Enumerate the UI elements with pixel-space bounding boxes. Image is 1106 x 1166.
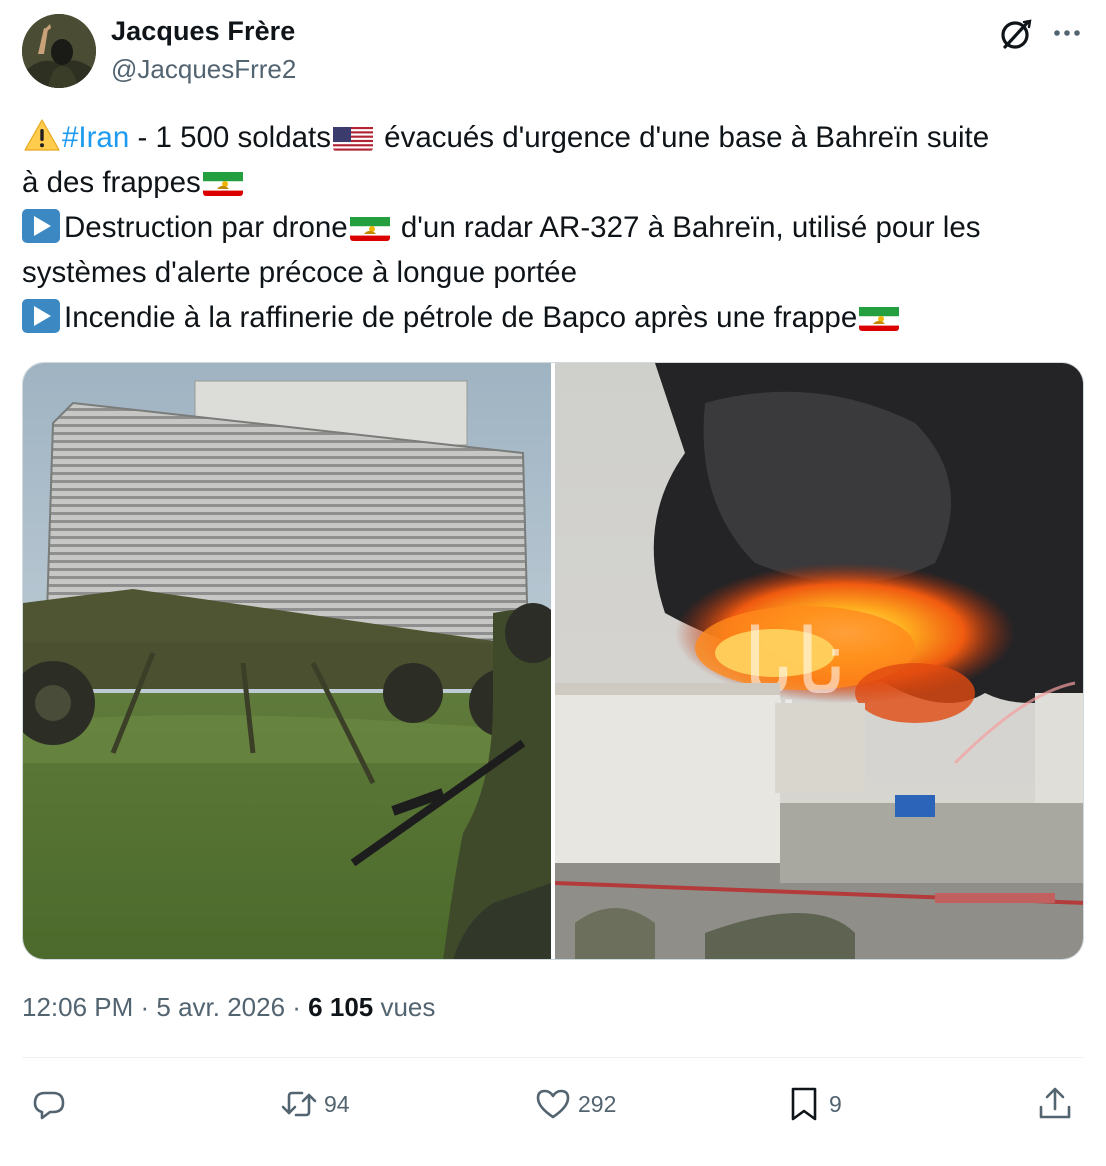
tweet-text: #Iran - 1 500 soldats évacués d'urgence … — [22, 115, 1092, 340]
retweet-button[interactable]: 94 — [280, 1084, 350, 1124]
meta-separator: · — [133, 992, 157, 1022]
avatar[interactable] — [22, 14, 96, 88]
share-button[interactable] — [1036, 1084, 1074, 1124]
iran-lion-flag-icon — [349, 213, 390, 241]
views-label: vues — [373, 992, 436, 1022]
retweet-icon — [281, 1091, 317, 1117]
like-button[interactable]: 292 — [534, 1084, 616, 1124]
tweet-text-segment: Destruction par drone — [64, 211, 348, 244]
iran-lion-flag-icon — [859, 303, 900, 331]
tweet-text-segment: d'un radar AR-327 à Bahreïn, utilisé pou… — [392, 211, 981, 244]
bookmark-button[interactable]: 9 — [785, 1084, 842, 1124]
tweet-line-3: Destruction par drone d'un radar AR-327 … — [22, 205, 1092, 250]
tweet-text-segment: systèmes d'alerte précoce à longue porté… — [22, 256, 577, 289]
media-grid: نايا — [22, 362, 1084, 960]
views-count: 6 105 — [308, 992, 374, 1022]
tweet-card: Jacques Frère @JacquesFrre2 #Iran - 1 50… — [0, 0, 1106, 1166]
retweet-count: 94 — [324, 1090, 350, 1117]
meta-separator: · — [285, 992, 309, 1022]
tweet-time[interactable]: 12:06 PM — [22, 992, 133, 1022]
hashtag-iran[interactable]: #Iran — [62, 121, 129, 154]
reply-icon — [33, 1091, 65, 1120]
more-icon[interactable] — [1050, 18, 1084, 48]
bookmark-icon — [791, 1087, 817, 1121]
warning-icon — [24, 118, 60, 165]
refinery-fire-photo[interactable]: نايا — [555, 363, 1083, 959]
radar-photo[interactable] — [23, 363, 551, 959]
share-icon — [1039, 1087, 1071, 1119]
tweet-text-segment: Incendie à la raffinerie de pétrole de B… — [64, 301, 858, 334]
tweet-date[interactable]: 5 avr. 2026 — [156, 992, 285, 1022]
display-name[interactable]: Jacques Frère — [111, 16, 295, 47]
tweet-line-4: systèmes d'alerte précoce à longue porté… — [22, 250, 1092, 295]
us-flag-icon — [332, 123, 373, 151]
iran-lion-flag-icon — [202, 168, 243, 196]
play-button-icon — [22, 299, 60, 333]
tweet-line-5: Incendie à la raffinerie de pétrole de B… — [22, 295, 1092, 340]
tweet-meta: 12:06 PM · 5 avr. 2026 · 6 105 vues — [22, 992, 435, 1023]
heart-icon — [536, 1089, 570, 1119]
reply-button[interactable] — [30, 1084, 74, 1124]
tweet-text-segment: - 1 500 soldats — [129, 121, 331, 154]
tweet-text-segment: évacués d'urgence d'une base à Bahreïn s… — [375, 121, 990, 154]
tweet-line-2: à des frappes — [22, 160, 1092, 205]
grok-icon[interactable] — [998, 16, 1034, 52]
tweet-line-1: #Iran - 1 500 soldats évacués d'urgence … — [22, 115, 1092, 160]
user-handle[interactable]: @JacquesFrre2 — [111, 54, 296, 85]
bookmark-count: 9 — [829, 1090, 842, 1117]
tweet-text-segment: à des frappes — [22, 166, 201, 199]
like-count: 292 — [578, 1090, 617, 1117]
divider — [22, 1057, 1084, 1058]
play-button-icon — [22, 209, 60, 243]
